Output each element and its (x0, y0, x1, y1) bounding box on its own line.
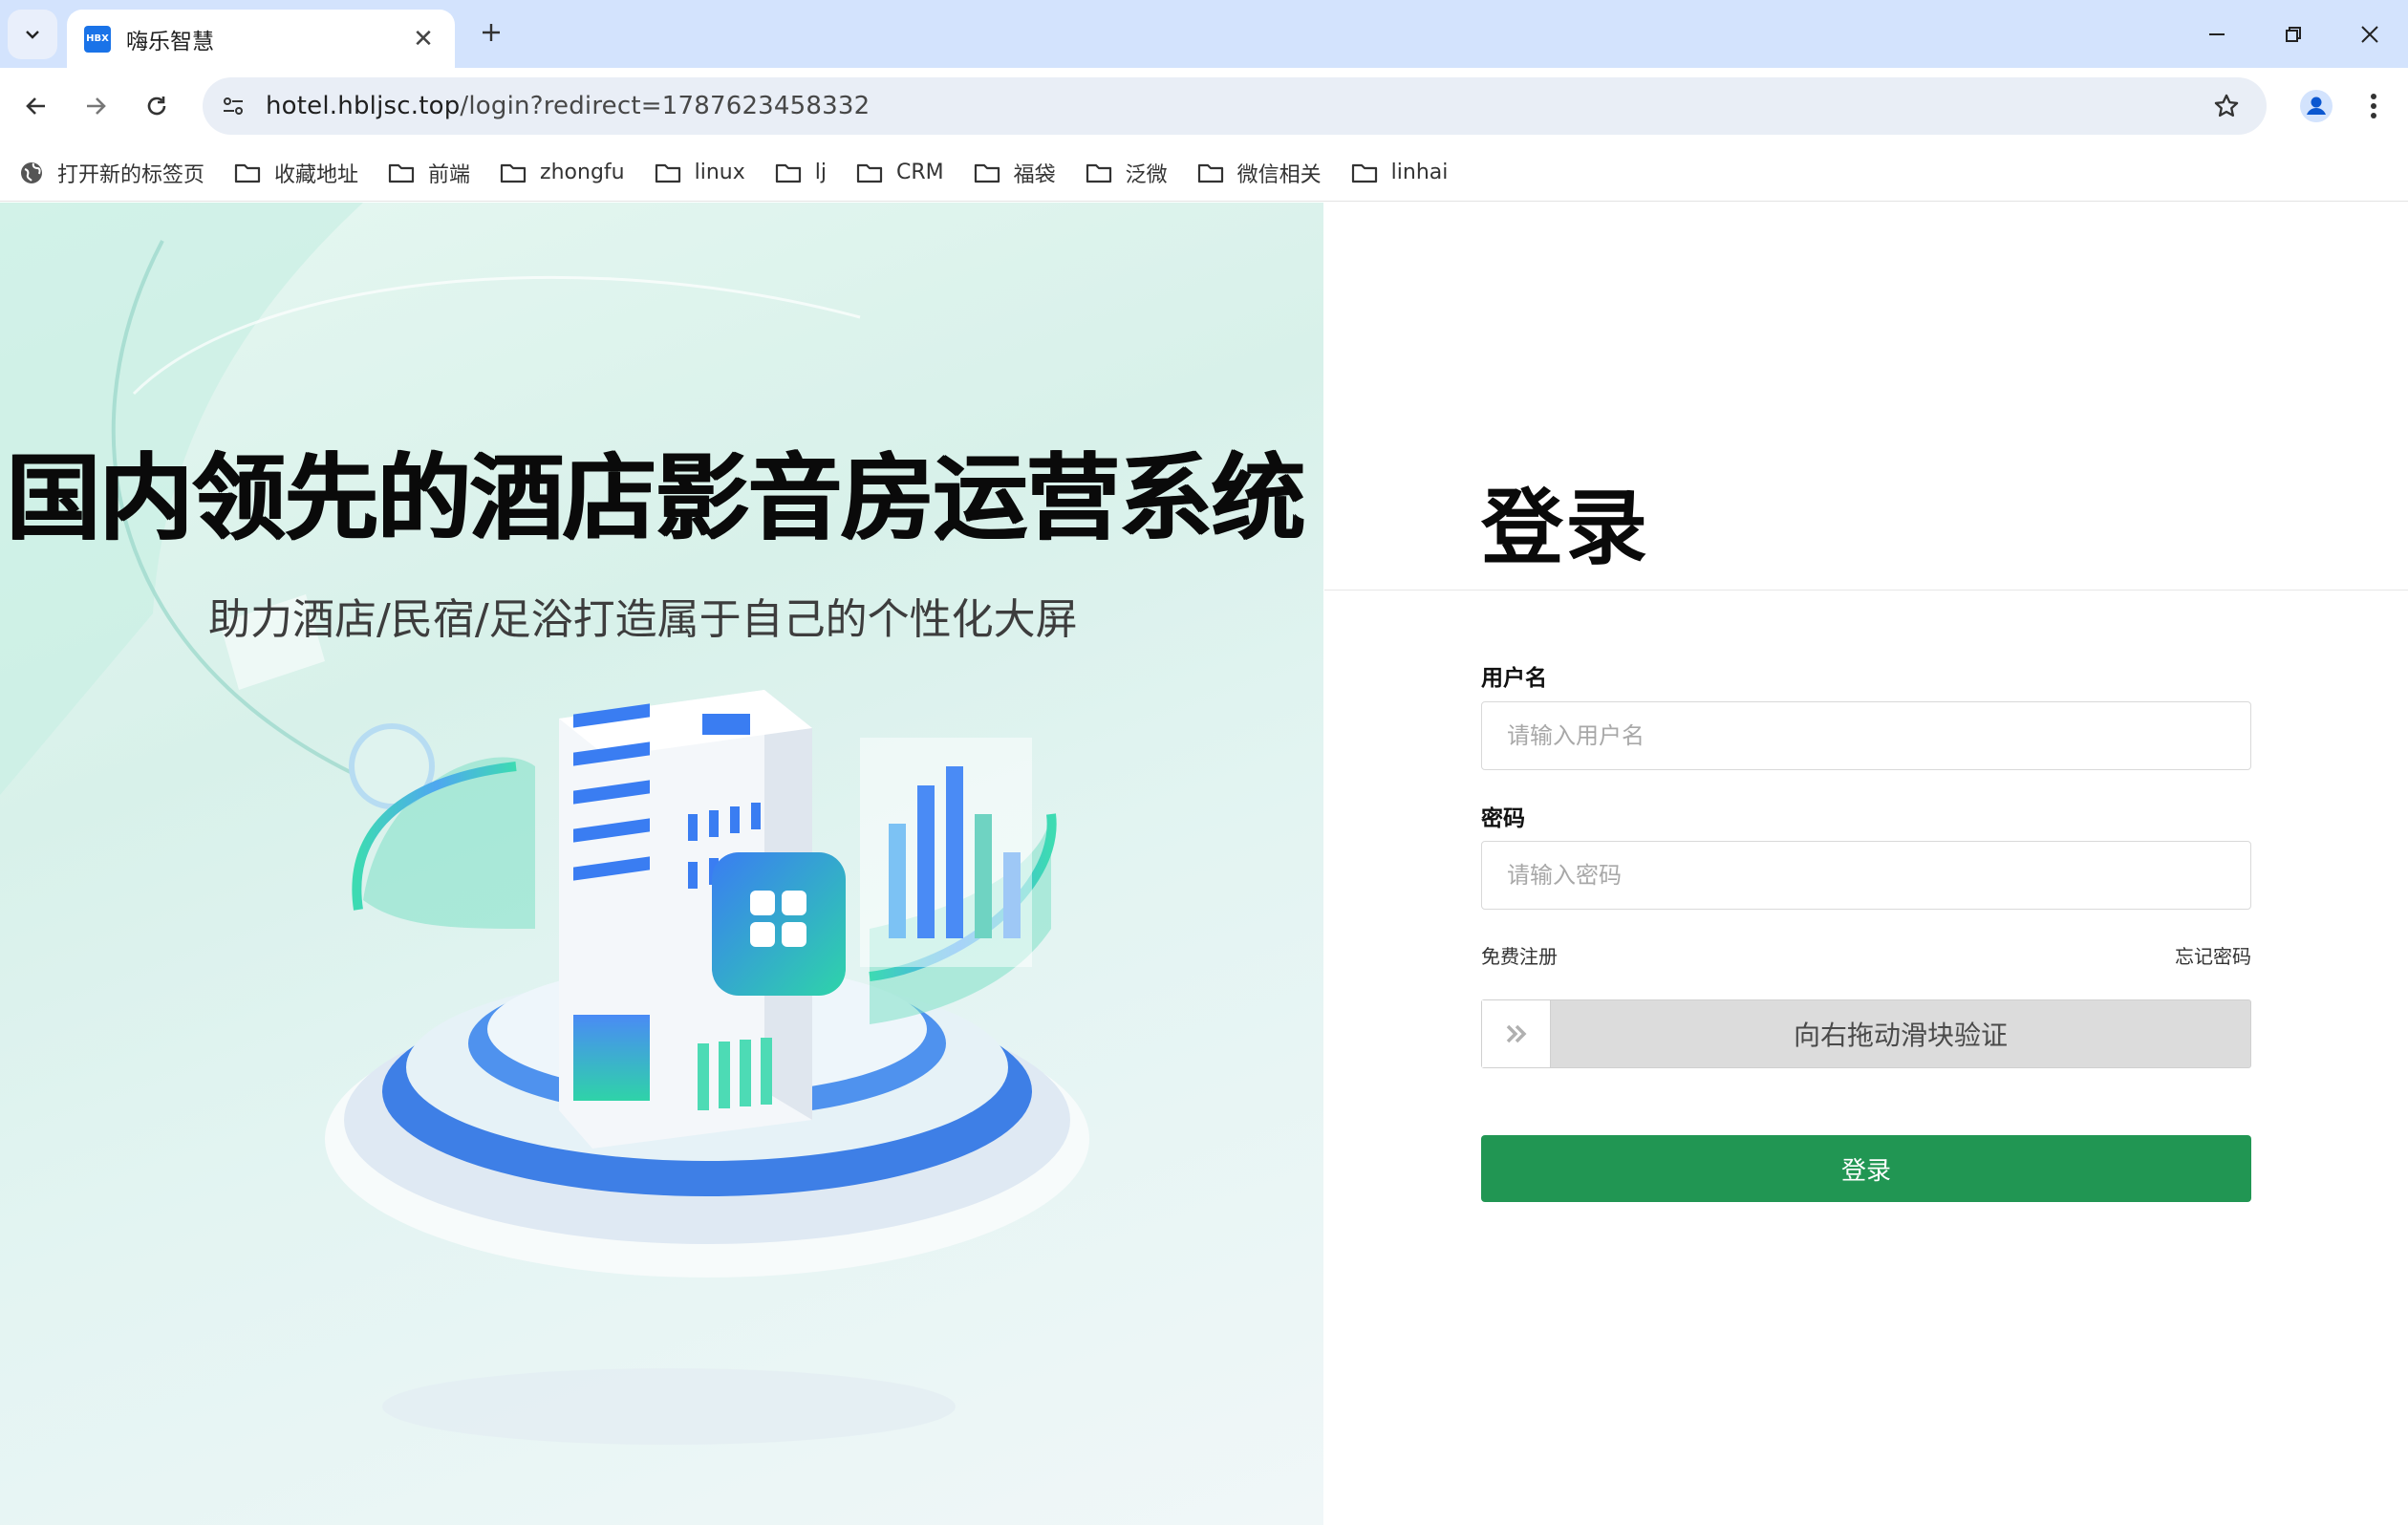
tab-search-button[interactable] (8, 10, 57, 59)
hero-panel: 国内领先的酒店影音房运营系统 助力酒店/民宿/足浴打造属于自己的个性化大屏 (0, 203, 1323, 1525)
minimize-button[interactable] (2198, 15, 2236, 54)
site-info-icon (224, 97, 243, 115)
new-tab-button[interactable] (472, 15, 510, 54)
url-host: hotel.hbljsc.top (266, 92, 461, 120)
folder-icon (655, 163, 680, 183)
tab-title: 嗨乐智慧 (126, 29, 214, 54)
bookmark-folder[interactable]: 福袋 (974, 158, 1056, 188)
login-panel: 登录 用户名 密码 免费注册 忘记密码 向右拖动滑块验证 登录 (1324, 203, 2408, 1525)
bookmark-folder[interactable]: 泛微 (1086, 158, 1168, 188)
divider (1324, 590, 2408, 591)
bookmark-label: linux (694, 161, 745, 184)
site-favicon: HBX (84, 25, 111, 53)
bookmark-star-button[interactable] (2205, 85, 2247, 127)
close-icon (2361, 26, 2378, 43)
address-bar[interactable]: hotel.hbljsc.top/login?redirect=17876234… (203, 77, 2267, 135)
reload-icon (147, 97, 166, 116)
restore-icon (2286, 27, 2301, 42)
folder-icon (775, 163, 801, 183)
bookmark-folder[interactable]: 前端 (388, 158, 470, 188)
bookmark-label: 微信相关 (1236, 162, 1322, 187)
login-button[interactable]: 登录 (1481, 1135, 2251, 1202)
username-label: 用户名 (1481, 666, 1547, 691)
login-title: 登录 (1481, 481, 1649, 576)
forgot-password-link[interactable]: 忘记密码 (2175, 941, 2251, 969)
forward-icon (87, 97, 106, 115)
bookmarks-bar: 打开新的标签页 收藏地址 前端 zhongfu linux lj CRM 福袋 … (0, 144, 2408, 202)
profile-button[interactable] (2293, 83, 2339, 129)
bookmark-label: 收藏地址 (274, 162, 359, 187)
folder-icon (388, 163, 415, 183)
bookmark-folder[interactable]: CRM (856, 161, 944, 184)
profile-icon (2300, 90, 2333, 122)
bookmark-label: 前端 (428, 162, 471, 187)
bookmark-label: zhongfu (540, 161, 625, 184)
double-chevron-right-icon (1506, 1024, 1526, 1043)
hero-title: 国内领先的酒店影音房运营系统 (6, 444, 1304, 553)
minimize-icon (2209, 33, 2225, 35)
bookmark-folder[interactable]: linhai (1351, 161, 1449, 184)
bookmark-folder[interactable]: 收藏地址 (234, 158, 358, 188)
bookmark-folder[interactable]: zhongfu (500, 161, 625, 184)
slider-captcha: 向右拖动滑块验证 (1481, 999, 2251, 1068)
browser-menu-button[interactable] (2354, 83, 2393, 129)
back-icon (26, 97, 45, 115)
forward-button[interactable] (73, 83, 118, 129)
bookmark-folder[interactable]: linux (655, 161, 745, 184)
hero-illustration (0, 203, 1089, 1445)
bookmark-label: 泛微 (1125, 162, 1168, 187)
browser-toolbar: hotel.hbljsc.top/login?redirect=17876234… (0, 68, 2408, 144)
close-icon[interactable]: ✕ (409, 25, 438, 54)
more-vert-icon (2371, 94, 2376, 118)
globe-icon (21, 161, 42, 183)
slider-handle[interactable] (1482, 1000, 1551, 1067)
restore-button[interactable] (2274, 15, 2312, 54)
bookmark-label: linhai (1390, 161, 1449, 184)
star-icon (2214, 94, 2239, 118)
folder-icon (1086, 163, 1111, 183)
folder-icon (1197, 163, 1223, 183)
plus-icon (483, 24, 500, 41)
tab-strip: HBX 嗨乐智慧 ✕ (0, 0, 2408, 68)
folder-icon (234, 163, 261, 183)
site-info-button[interactable] (214, 87, 252, 125)
back-button[interactable] (13, 83, 59, 129)
close-window-button[interactable] (2351, 15, 2389, 54)
bookmark-new-tab[interactable]: 打开新的标签页 (19, 158, 204, 188)
bookmark-label: 福袋 (1013, 162, 1056, 187)
url-text[interactable]: hotel.hbljsc.top/login?redirect=17876234… (266, 92, 2205, 120)
url-path: /login?redirect=1787623458332 (460, 92, 871, 120)
folder-icon (500, 163, 527, 183)
folder-icon (1351, 163, 1377, 183)
bookmark-label: 打开新的标签页 (57, 162, 205, 187)
bookmark-folder[interactable]: lj (775, 161, 827, 184)
username-input[interactable] (1481, 701, 2251, 770)
browser-tab[interactable]: HBX 嗨乐智慧 ✕ (67, 10, 455, 68)
bookmark-folder[interactable]: 微信相关 (1197, 158, 1322, 188)
password-label: 密码 (1481, 806, 1525, 831)
slider-hint: 向右拖动滑块验证 (1793, 1020, 2008, 1051)
folder-icon (856, 163, 883, 183)
chevron-down-icon (26, 31, 39, 39)
password-input[interactable] (1481, 841, 2251, 910)
reload-button[interactable] (134, 83, 180, 129)
bookmark-label: lj (814, 161, 827, 184)
register-link[interactable]: 免费注册 (1481, 941, 1558, 969)
folder-icon (974, 163, 1000, 183)
bookmark-label: CRM (895, 161, 944, 184)
hero-subtitle: 助力酒店/民宿/足浴打造属于自己的个性化大屏 (208, 595, 1078, 644)
